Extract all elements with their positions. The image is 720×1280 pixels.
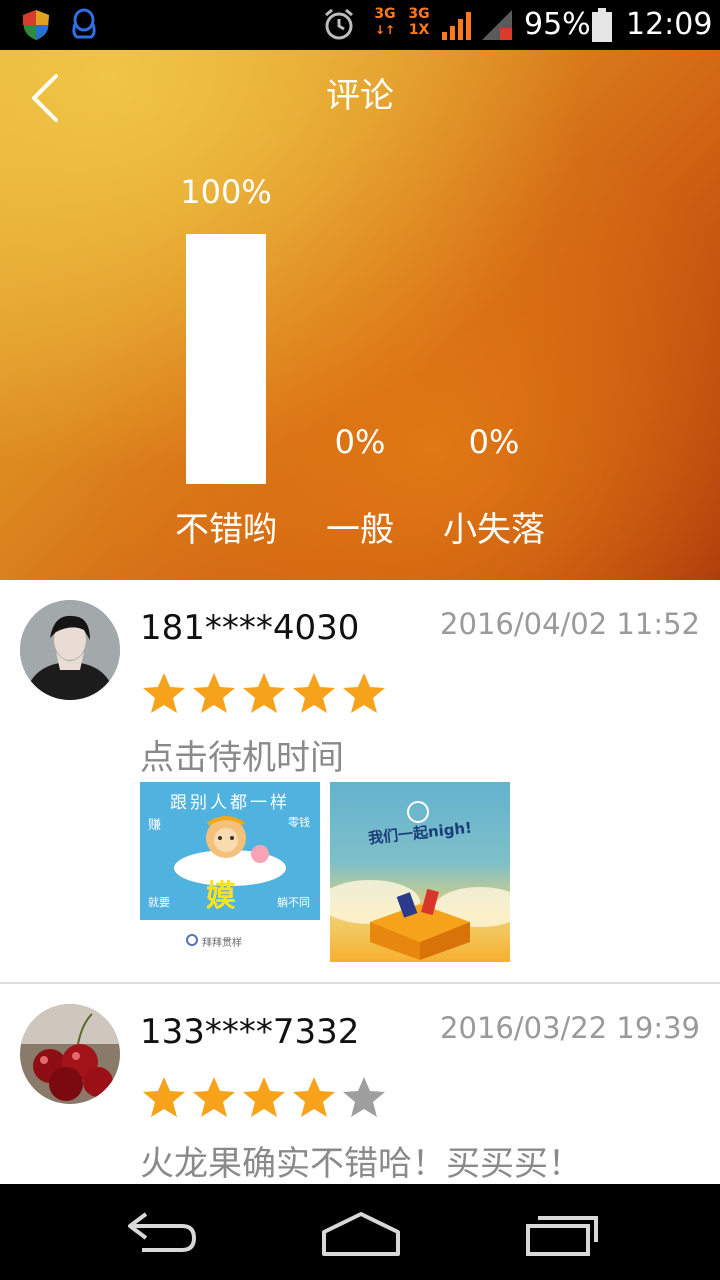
star-filled-icon (343, 673, 385, 713)
comment-text: 火龙果确实不错哈！买买买！ (140, 1144, 582, 1184)
rating-header: 评论 100% 不错哟 0% 一般 0% 小失落 (0, 50, 720, 580)
rating-column: 100% 不错哟 (156, 50, 296, 580)
comment-username: 133****7332 (140, 1012, 360, 1052)
star-filled-icon (243, 673, 285, 713)
star-rating (140, 1074, 388, 1122)
shield-icon (23, 10, 49, 40)
signal-icon-2 (482, 10, 512, 40)
comment-date: 2016/03/22 19:39 (440, 1011, 700, 1045)
rating-percent: 0% (334, 423, 386, 461)
star-filled-icon (143, 1077, 185, 1117)
rating-percent: 100% (180, 173, 272, 211)
recent-apps-icon[interactable] (518, 1202, 608, 1262)
home-nav-icon[interactable] (316, 1202, 406, 1262)
image-word: 赚 (148, 818, 162, 833)
star-rating (140, 670, 388, 718)
qq-icon (72, 8, 96, 39)
star-filled-icon (243, 1077, 285, 1117)
star-filled-icon (193, 1077, 235, 1117)
gift-illustration (330, 801, 510, 960)
battery-icon (592, 8, 612, 42)
image-word: 躺不同 (277, 896, 310, 909)
star-filled-icon (293, 1077, 335, 1117)
comment-text: 点击待机时间 (140, 738, 344, 778)
comment-image[interactable]: 跟别人都一样 赚 零钱 就要 嫫 躺不同 拜拜贯样 (140, 782, 320, 962)
image-word: 嫫 (206, 879, 236, 914)
comment-item: 181****4030 2016/04/02 11:52 点击待机时间 跟别人都… (0, 580, 720, 982)
navigation-bar (0, 1184, 720, 1280)
comment-item: 133****7332 2016/03/22 19:39 火龙果确实不错哈！买买… (0, 984, 720, 1184)
comment-username: 181****4030 (140, 608, 360, 648)
image-word: 就要 (148, 896, 170, 909)
rating-column: 0% 小失落 (424, 50, 564, 580)
star-filled-icon (193, 673, 235, 713)
rating-bar (186, 234, 266, 484)
rating-column: 0% 一般 (290, 50, 430, 580)
star-empty-icon (343, 1077, 385, 1117)
star-filled-icon (293, 673, 335, 713)
star-filled-icon (143, 673, 185, 713)
avatar[interactable] (20, 1004, 120, 1104)
image-logo-icon (186, 934, 198, 946)
comment-date: 2016/04/02 11:52 (440, 607, 700, 641)
monkey-illustration (174, 816, 286, 886)
clock: 12:09 (626, 7, 713, 42)
rating-label: 不错哟 (175, 510, 277, 550)
alarm-icon (325, 8, 353, 40)
comment-image[interactable]: 我们一起nigh! (330, 782, 510, 962)
rating-label: 小失落 (443, 510, 545, 550)
battery-percent: 95% (524, 7, 591, 42)
network-3g: 3G ↓↑ (374, 6, 396, 37)
signal-icon (442, 12, 471, 40)
rating-percent: 0% (468, 423, 520, 461)
rating-label: 一般 (326, 510, 394, 550)
avatar[interactable] (20, 600, 120, 700)
network-3g-1x: 3G 1X (408, 6, 430, 38)
image-footer: 拜拜贯样 (202, 938, 242, 949)
back-nav-icon[interactable] (116, 1202, 206, 1262)
status-bar: 3G ↓↑ 3G 1X 95% 12:09 (0, 0, 720, 50)
